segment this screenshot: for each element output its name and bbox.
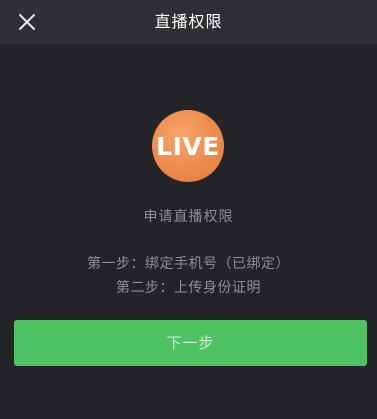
close-button[interactable] bbox=[10, 5, 44, 39]
steps-list: 第一步：绑定手机号（已绑定） 第二步：上传身份证明 bbox=[0, 252, 377, 300]
next-step-button[interactable]: 下一步 bbox=[14, 320, 367, 366]
header-bar: 直播权限 bbox=[0, 0, 377, 45]
apply-live-permission-text: 申请直播权限 bbox=[143, 209, 234, 225]
live-badge-text: LIVE bbox=[156, 131, 220, 161]
live-badge-icon: LIVE bbox=[152, 110, 224, 182]
step-two-text: 第二步：上传身份证明 bbox=[116, 280, 261, 296]
step-one-text: 第一步：绑定手机号（已绑定） bbox=[87, 256, 290, 272]
page-title: 直播权限 bbox=[154, 12, 223, 31]
close-icon bbox=[18, 13, 36, 31]
